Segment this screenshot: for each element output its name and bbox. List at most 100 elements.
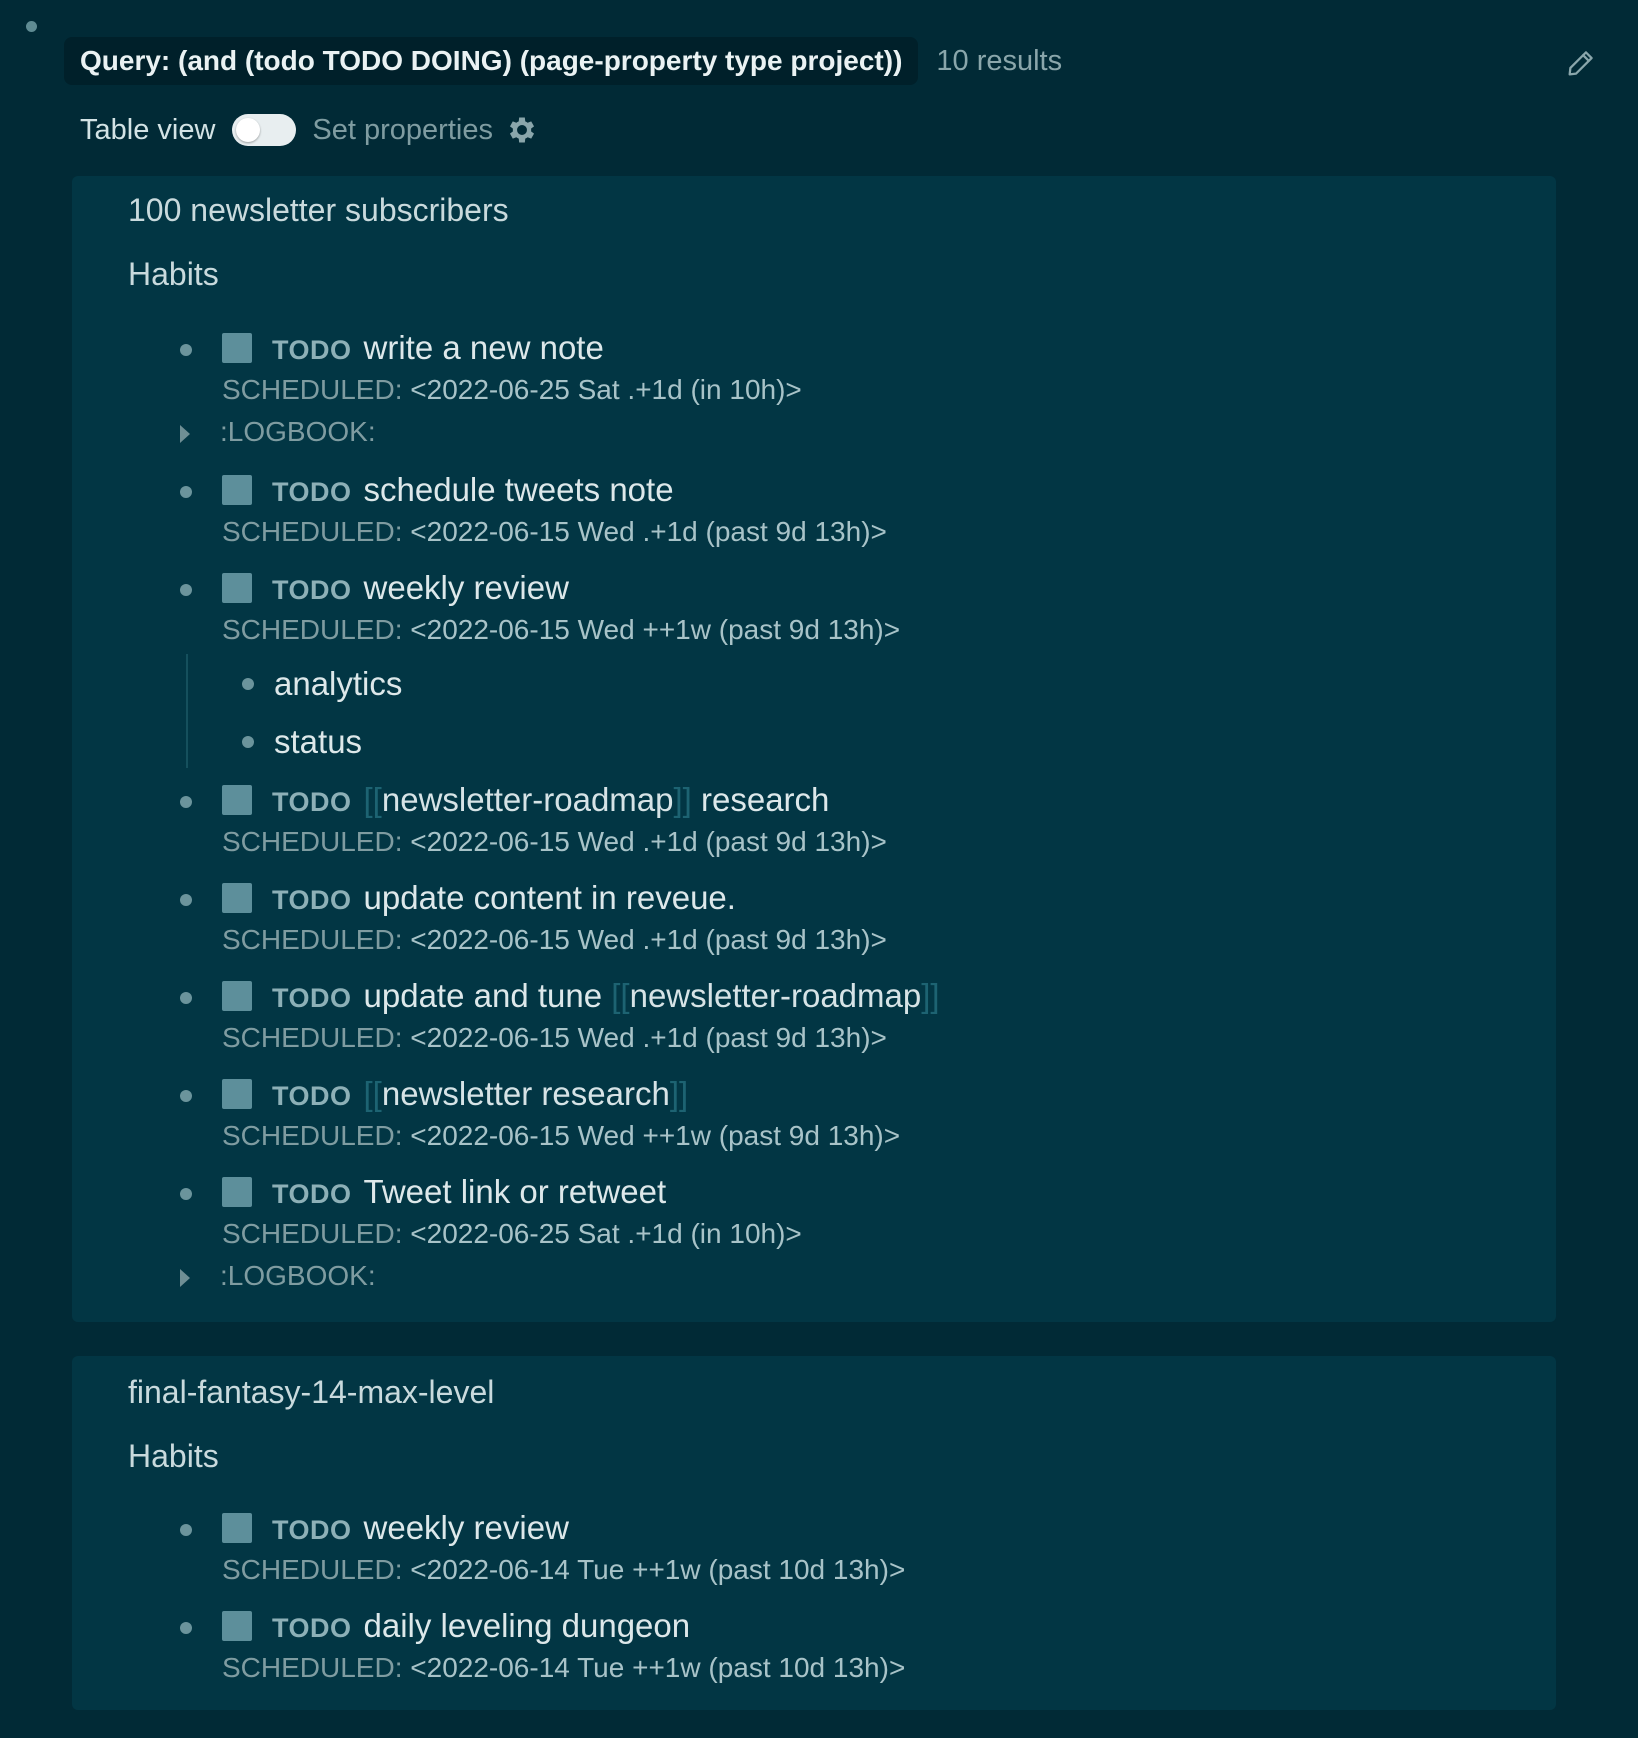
ref-bracket-close: ]]	[673, 781, 692, 818]
results-count: 10 results	[936, 44, 1063, 77]
todo-marker[interactable]: TODO	[272, 885, 352, 915]
todo-marker[interactable]: TODO	[272, 787, 352, 817]
scheduled-key: SCHEDULED:	[222, 1652, 403, 1683]
scheduled-value: <2022-06-15 Wed .+1d (past 9d 13h)>	[410, 924, 887, 955]
block-bullet[interactable]	[180, 1524, 192, 1536]
logbook-toggle[interactable]: :LOGBOOK:	[180, 412, 376, 452]
block-text: weekly review	[363, 1509, 569, 1546]
scheduled-value: <2022-06-15 Wed ++1w (past 9d 13h)>	[410, 1120, 901, 1151]
block-bullet[interactable]	[242, 678, 254, 690]
scheduled-value: <2022-06-15 Wed .+1d (past 9d 13h)>	[410, 1022, 887, 1053]
todo-checkbox[interactable]	[222, 883, 252, 913]
block-text: schedule tweets note	[363, 471, 674, 508]
block-bullet[interactable]	[180, 796, 192, 808]
block-text: update content in reveue.	[363, 879, 736, 916]
page-title-link[interactable]: 100 newsletter subscribers	[128, 192, 509, 229]
block-content[interactable]: TODO daily leveling dungeon	[272, 1604, 690, 1648]
todo-checkbox[interactable]	[222, 1513, 252, 1543]
set-properties-button[interactable]: Set properties	[312, 114, 493, 147]
section-heading[interactable]: Habits	[128, 1438, 219, 1475]
scheduled-key: SCHEDULED:	[222, 1022, 403, 1053]
scheduled-key: SCHEDULED:	[222, 924, 403, 955]
children-guide-line[interactable]	[186, 654, 188, 768]
logbook-label: :LOGBOOK:	[220, 416, 376, 447]
block-content[interactable]: TODO weekly review	[272, 1506, 569, 1550]
block-bullet[interactable]	[180, 992, 192, 1004]
todo-checkbox[interactable]	[222, 981, 252, 1011]
scheduled-value: <2022-06-15 Wed .+1d (past 9d 13h)>	[410, 516, 887, 547]
todo-marker[interactable]: TODO	[272, 1515, 352, 1545]
child-block-text[interactable]: analytics	[274, 662, 402, 706]
query-block-bullet[interactable]	[26, 21, 37, 32]
todo-marker[interactable]: TODO	[272, 477, 352, 507]
block-text: daily leveling dungeon	[363, 1607, 691, 1644]
table-view-label: Table view	[80, 113, 216, 146]
block-content[interactable]: TODO schedule tweets note	[272, 468, 674, 512]
child-block-text[interactable]: status	[274, 720, 362, 764]
todo-marker[interactable]: TODO	[272, 983, 352, 1013]
page-reference[interactable]: newsletter-roadmap	[630, 977, 922, 1014]
block-content[interactable]: TODO Tweet link or retweet	[272, 1170, 666, 1214]
query-header: Query: (and (todo TODO DOING) (page-prop…	[64, 36, 1593, 86]
scheduled-key: SCHEDULED:	[222, 614, 403, 645]
block-content[interactable]: TODO [[newsletter research]]	[272, 1072, 688, 1116]
scheduled-key: SCHEDULED:	[222, 826, 403, 857]
scheduled-line: SCHEDULED: <2022-06-15 Wed ++1w (past 9d…	[222, 1116, 900, 1156]
pencil-icon[interactable]	[1564, 46, 1598, 80]
block-content[interactable]: TODO write a new note	[272, 326, 604, 370]
todo-checkbox[interactable]	[222, 475, 252, 505]
block-bullet[interactable]	[180, 584, 192, 596]
todo-checkbox[interactable]	[222, 573, 252, 603]
query-controls: Table view Set properties	[80, 104, 539, 156]
todo-marker[interactable]: TODO	[272, 1613, 352, 1643]
block-bullet[interactable]	[180, 1090, 192, 1102]
ref-bracket-close: ]]	[669, 1075, 689, 1112]
todo-marker[interactable]: TODO	[272, 575, 352, 605]
todo-marker[interactable]: TODO	[272, 335, 352, 365]
caret-right-icon[interactable]	[180, 1269, 190, 1287]
block-bullet[interactable]	[180, 1622, 192, 1634]
query-title[interactable]: Query: (and (todo TODO DOING) (page-prop…	[64, 37, 919, 85]
block-content[interactable]: TODO update and tune [[newsletter-roadmap…	[272, 974, 940, 1018]
scheduled-line: SCHEDULED: <2022-06-25 Sat .+1d (in 10h)…	[222, 1214, 802, 1254]
logbook-toggle[interactable]: :LOGBOOK:	[180, 1256, 376, 1296]
page-reference[interactable]: newsletter research	[382, 1075, 670, 1112]
todo-marker[interactable]: TODO	[272, 1081, 352, 1111]
block-bullet[interactable]	[180, 894, 192, 906]
scheduled-line: SCHEDULED: <2022-06-15 Wed .+1d (past 9d…	[222, 1018, 887, 1058]
scheduled-line: SCHEDULED: <2022-06-14 Tue ++1w (past 10…	[222, 1648, 905, 1688]
todo-checkbox[interactable]	[222, 1079, 252, 1109]
block-text: write a new note	[363, 329, 604, 366]
scheduled-value: <2022-06-15 Wed .+1d (past 9d 13h)>	[410, 826, 887, 857]
scheduled-key: SCHEDULED:	[222, 374, 403, 405]
caret-right-icon[interactable]	[180, 425, 190, 443]
ref-bracket-open: [[	[611, 977, 630, 1014]
page-reference[interactable]: newsletter-roadmap	[382, 781, 674, 818]
block-bullet[interactable]	[180, 344, 192, 356]
scheduled-key: SCHEDULED:	[222, 1218, 403, 1249]
todo-checkbox[interactable]	[222, 1177, 252, 1207]
block-bullet[interactable]	[180, 486, 192, 498]
scheduled-line: SCHEDULED: <2022-06-14 Tue ++1w (past 10…	[222, 1550, 905, 1590]
scheduled-value: <2022-06-14 Tue ++1w (past 10d 13h)>	[410, 1652, 906, 1683]
block-content[interactable]: TODO [[newsletter-roadmap]] research	[272, 778, 829, 822]
block-text: Tweet link or retweet	[363, 1173, 667, 1210]
block-bullet[interactable]	[180, 1188, 192, 1200]
scheduled-line: SCHEDULED: <2022-06-15 Wed .+1d (past 9d…	[222, 822, 887, 862]
table-view-toggle[interactable]	[232, 114, 297, 146]
block-content[interactable]: TODO weekly review	[272, 566, 569, 610]
scheduled-line: SCHEDULED: <2022-06-15 Wed .+1d (past 9d…	[222, 920, 887, 960]
section-heading[interactable]: Habits	[128, 256, 219, 293]
gear-icon[interactable]	[505, 113, 539, 147]
todo-checkbox[interactable]	[222, 785, 252, 815]
todo-marker[interactable]: TODO	[272, 1179, 352, 1209]
todo-checkbox[interactable]	[222, 1611, 252, 1641]
result-group: 100 newsletter subscribers Habits TODO wr…	[72, 176, 1556, 1322]
ref-bracket-open: [[	[363, 781, 382, 818]
scheduled-value: <2022-06-15 Wed ++1w (past 9d 13h)>	[410, 614, 901, 645]
scheduled-value: <2022-06-25 Sat .+1d (in 10h)>	[410, 1218, 802, 1249]
page-title-link[interactable]: final-fantasy-14-max-level	[128, 1374, 494, 1411]
todo-checkbox[interactable]	[222, 333, 252, 363]
block-content[interactable]: TODO update content in reveue.	[272, 876, 736, 920]
block-bullet[interactable]	[242, 736, 254, 748]
